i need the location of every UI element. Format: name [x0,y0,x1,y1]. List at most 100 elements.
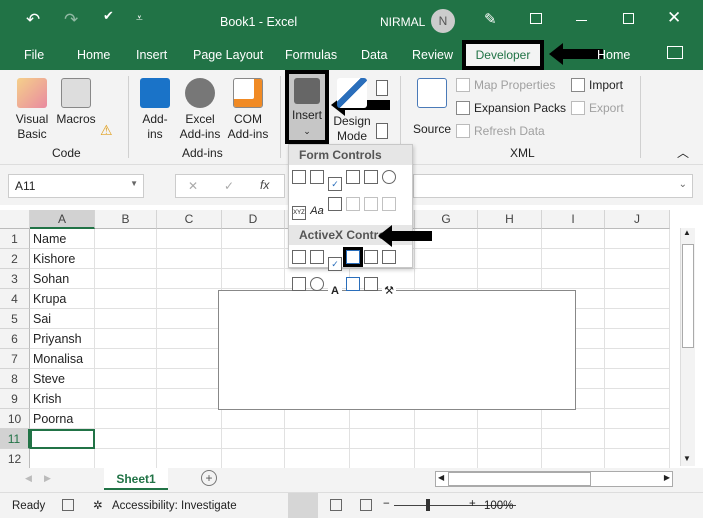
row-header[interactable]: 2 [0,249,30,269]
activex-option-button-icon[interactable] [310,277,324,291]
cell-a9[interactable]: Krish [30,389,95,409]
cell[interactable] [157,449,222,469]
cell-a6[interactable]: Priyansh [30,329,95,349]
cell[interactable] [95,429,157,449]
cell[interactable] [157,269,222,289]
cell-a1[interactable]: Name [30,229,95,249]
row-header[interactable]: 9 [0,389,30,409]
close-button[interactable]: ✕ [667,8,681,28]
activex-combobox-icon[interactable] [310,250,324,264]
form-spinbutton-icon[interactable] [346,170,360,184]
cell[interactable] [542,429,605,449]
cell[interactable] [95,229,157,249]
cell[interactable] [542,449,605,469]
cell[interactable] [605,429,670,449]
cell[interactable] [222,269,285,289]
cell[interactable] [157,249,222,269]
form-button-icon[interactable] [292,170,306,184]
excel-addins-button[interactable]: Excel Add-ins [178,78,222,142]
cell[interactable] [222,429,285,449]
activex-toggle-icon[interactable] [364,277,378,291]
redo-icon[interactable]: ↷ [64,10,78,30]
cell[interactable] [605,309,670,329]
cell[interactable] [95,409,157,429]
cell-a3[interactable]: Sohan [30,269,95,289]
activex-scrollbar-icon[interactable] [382,250,396,264]
ribbon-display-icon[interactable] [530,13,542,24]
activex-label-icon[interactable]: A [328,285,342,299]
cell[interactable] [157,409,222,429]
cell-a11[interactable] [30,429,95,449]
cell[interactable] [605,269,670,289]
enter-icon[interactable]: ✓ [224,179,234,193]
cell[interactable] [478,449,542,469]
column-header[interactable]: G [415,210,478,229]
cell[interactable] [415,249,478,269]
name-box[interactable]: A11 ▼ [8,174,144,198]
row-header[interactable]: 5 [0,309,30,329]
cell[interactable] [542,269,605,289]
comments-icon[interactable] [667,46,683,59]
row-header[interactable]: 6 [0,329,30,349]
collapse-ribbon-icon[interactable]: ︿ [677,144,689,161]
cell[interactable] [285,429,350,449]
cell[interactable] [222,229,285,249]
cell[interactable] [95,389,157,409]
form-textfield-icon[interactable] [346,197,360,211]
import-button[interactable]: Import [571,78,623,92]
vertical-scrollbar[interactable]: ▲ ▼ [680,228,695,466]
cell[interactable] [542,229,605,249]
tab-insert[interactable]: Insert [136,48,167,62]
com-addins-button[interactable]: COM Add-ins [226,78,270,142]
cell-a7[interactable]: Monalisa [30,349,95,369]
map-properties-button[interactable]: Map Properties [456,78,555,92]
refresh-data-button[interactable]: Refresh Data [456,124,545,138]
cell[interactable] [157,309,222,329]
activex-listbox-icon[interactable] [343,247,363,267]
customize-qat-icon[interactable]: ⩡ [136,11,143,26]
design-mode-button[interactable]: Design Mode [332,78,372,144]
zoom-out-button[interactable]: − [383,498,390,510]
horizontal-scrollbar[interactable]: ◀ ▶ [435,471,673,487]
cell[interactable] [95,289,157,309]
cell[interactable] [415,429,478,449]
activex-button-icon[interactable] [292,250,306,264]
more-controls-icon[interactable]: ⚒ [382,285,396,299]
cell-a12[interactable] [30,449,95,469]
cell[interactable] [415,449,478,469]
cell[interactable] [542,249,605,269]
row-header[interactable]: 1 [0,229,30,249]
cell[interactable] [605,349,670,369]
export-button[interactable]: Export [571,101,624,115]
cell-a2[interactable]: Kishore [30,249,95,269]
macro-security-icon[interactable]: ⚠ [100,122,113,139]
cell[interactable] [350,449,415,469]
add-sheet-button[interactable]: + [201,470,217,486]
row-header[interactable]: 12 [0,449,30,469]
form-checkbox-icon[interactable]: ✓ [328,177,342,191]
tab-review[interactable]: Review [412,48,453,62]
zoom-slider-thumb[interactable] [426,499,430,511]
cell[interactable] [605,369,670,389]
page-layout-view-button[interactable] [330,499,342,511]
insert-function-button[interactable]: fx [260,178,269,192]
cell[interactable] [605,389,670,409]
row-header[interactable]: 3 [0,269,30,289]
column-header[interactable]: I [542,210,605,229]
cell[interactable] [95,309,157,329]
cell[interactable] [350,429,415,449]
row-header[interactable]: 4 [0,289,30,309]
formula-input[interactable]: ⌄ [413,174,693,198]
cell[interactable] [605,289,670,309]
zoom-in-button[interactable]: + [469,498,476,510]
next-sheet-icon[interactable]: ▶ [44,473,51,484]
cell[interactable] [157,349,222,369]
cell[interactable] [478,269,542,289]
coauthor-icon[interactable]: ✎ [484,10,497,28]
scroll-down-icon[interactable]: ▼ [683,454,691,463]
cell[interactable] [157,289,222,309]
cell[interactable] [157,329,222,349]
form-listbox-icon[interactable] [364,170,378,184]
spelling-icon[interactable]: ✔ [103,8,114,24]
tab-formulas[interactable]: Formulas [285,48,337,62]
